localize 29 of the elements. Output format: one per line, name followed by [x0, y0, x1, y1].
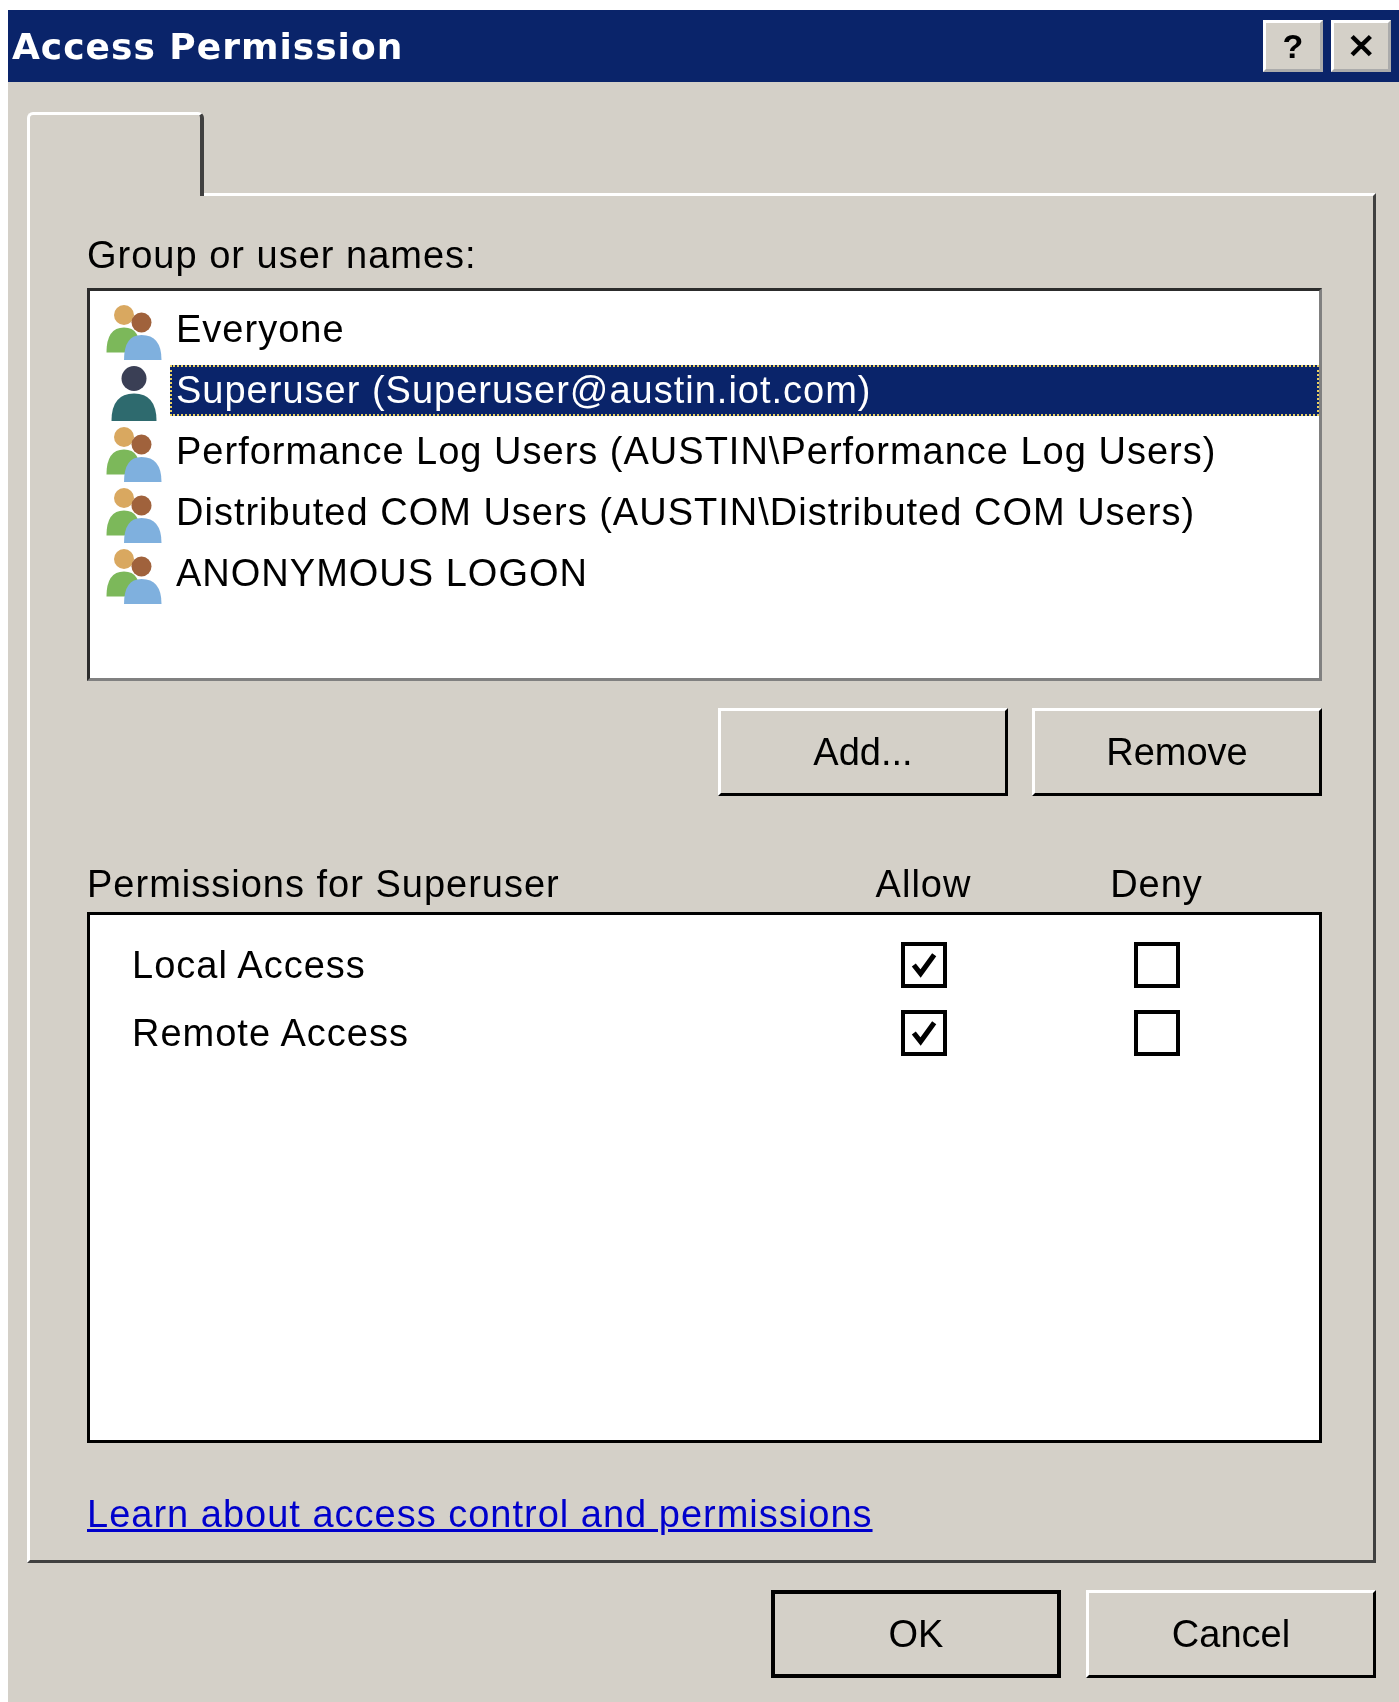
tab[interactable] [27, 112, 204, 196]
group-label: Group or user names: [87, 233, 478, 278]
allow-checkbox[interactable] [900, 1010, 947, 1056]
column-header: Deny [1109, 862, 1204, 906]
permissions-label: Permissions for Superuser [87, 862, 561, 906]
add-button[interactable]: Add... [718, 708, 1008, 796]
window-title: Access Permission [12, 25, 404, 67]
remove-button[interactable]: Remove [1032, 708, 1322, 796]
allow-checkbox[interactable] [900, 942, 947, 988]
permission-name: Remote Access [132, 1011, 410, 1055]
user-name: ANONYMOUS LOGON [175, 551, 589, 596]
user-name: Superuser (Superuser@austin.iot.com) [170, 365, 1319, 416]
user-list-item[interactable]: Distributed COM Users (AUSTIN\Distributed COM Users) [104, 482, 1319, 543]
user-name: Distributed COM Users (AUSTIN\Distributed COM Users) [175, 490, 1197, 535]
permission-name: Local Access [132, 943, 367, 987]
deny-checkbox[interactable] [1133, 942, 1180, 988]
column-header: Allow [874, 862, 973, 906]
user-list-item[interactable]: Everyone [104, 299, 1319, 360]
help-link[interactable]: Learn about access control and permissions [87, 1493, 873, 1536]
user-name: Performance Log Users (AUSTIN\Performance Log Users) [175, 429, 1218, 474]
user-name: Everyone [175, 307, 346, 352]
ok-button[interactable]: OK [771, 1590, 1061, 1678]
help-button[interactable]: ? [1263, 20, 1323, 72]
cancel-button[interactable]: Cancel [1086, 1590, 1376, 1678]
user-list-item[interactable]: ANONYMOUS LOGON [104, 543, 1319, 604]
close-button[interactable]: ✕ [1331, 20, 1391, 72]
user-list-item[interactable]: Superuser (Superuser@austin.iot.com) [104, 360, 1319, 421]
deny-checkbox[interactable] [1133, 1010, 1180, 1056]
user-list-item[interactable]: Performance Log Users (AUSTIN\Performance Log Users) [104, 421, 1319, 482]
